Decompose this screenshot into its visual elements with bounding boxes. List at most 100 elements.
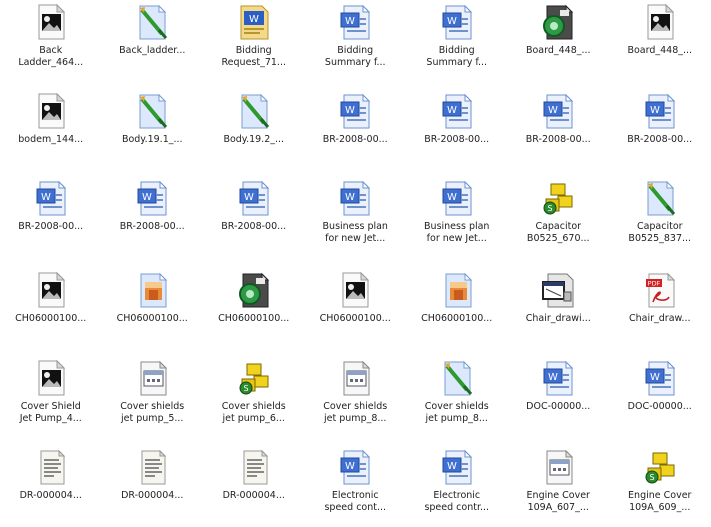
file-item[interactable]: Cover shields jet pump_5...	[103, 358, 201, 425]
svg-text:W: W	[345, 192, 355, 203]
file-item[interactable]: Capacitor B0525_837...	[611, 178, 709, 245]
word-document-icon: W	[239, 180, 269, 216]
text-file-icon	[40, 449, 65, 485]
file-item[interactable]: W BR-2008-00...	[509, 91, 607, 146]
file-item[interactable]: W BR-2008-00...	[2, 178, 100, 233]
paint-file-icon	[241, 93, 269, 129]
file-name-line-1: Capacitor	[535, 221, 582, 232]
image-file-icon	[38, 359, 65, 396]
file-name-line-2: Ladder_464...	[18, 57, 84, 68]
file-item[interactable]: W Bidding Summary f...	[306, 2, 404, 69]
text-file-icon	[141, 449, 167, 485]
file-name-line-1: Engine Cover	[628, 490, 692, 501]
file-name-line-2: B0525_670...	[526, 233, 590, 244]
word-document-icon: W	[340, 93, 371, 129]
word-document-icon: W	[442, 93, 472, 129]
svg-text:PDF: PDF	[647, 280, 660, 288]
file-item[interactable]: W DOC-00000...	[509, 358, 607, 413]
file-name-line-2: 109A_609_...	[629, 502, 691, 513]
file-item[interactable]: CH06000100...	[205, 270, 303, 325]
word-document-icon: W	[36, 180, 66, 216]
svg-text:W: W	[447, 192, 457, 203]
word-template-icon: W	[240, 5, 269, 40]
file-name-line-1: Chair_drawi...	[525, 313, 591, 324]
svg-text:W: W	[447, 461, 457, 472]
file-item[interactable]: Body.19.2_...	[205, 91, 303, 146]
file-item[interactable]: W DOC-00000...	[611, 358, 709, 413]
svg-text:W: W	[249, 14, 259, 25]
file-name-line-1: BR-2008-00...	[119, 221, 185, 232]
file-item[interactable]: Cover shields jet pump_8...	[408, 358, 506, 425]
file-item[interactable]: bodem_144...	[2, 91, 100, 146]
svg-text:W: W	[650, 105, 660, 116]
file-item[interactable]: PDF Chair_draw...	[611, 270, 709, 325]
file-item[interactable]: W Business plan for new Jet...	[408, 178, 506, 245]
file-item[interactable]: CH06000100...	[103, 270, 201, 325]
file-name-line-1: Body.19.2_...	[223, 134, 285, 145]
window-file-icon	[343, 360, 371, 396]
file-item[interactable]: Cover Shield Jet Pump_4...	[2, 358, 100, 425]
file-item[interactable]: Chair_drawi...	[509, 270, 607, 325]
file-name-line-2: Summary f...	[324, 57, 386, 68]
file-item[interactable]: DR-000004...	[103, 447, 201, 502]
file-item[interactable]: Engine Cover 109A_607_...	[509, 447, 607, 514]
file-item[interactable]: W BR-2008-00...	[103, 178, 201, 233]
file-name-line-1: Business plan	[424, 221, 490, 232]
file-icon-view: Back Ladder_464... Back_ladder... W Biddi…	[0, 0, 711, 527]
file-name-line-1: Chair_draw...	[629, 313, 691, 324]
file-item[interactable]: W Bidding Summary f...	[408, 2, 506, 69]
file-name-line-2: for new Jet...	[426, 233, 487, 244]
word-document-icon: W	[340, 449, 371, 485]
file-item[interactable]: S Capacitor B0525_670...	[509, 178, 607, 245]
window-file-icon	[140, 360, 168, 396]
svg-text:W: W	[345, 16, 355, 27]
word-document-icon: W	[543, 360, 574, 396]
word-document-icon: W	[340, 180, 371, 216]
file-item[interactable]: W BR-2008-00...	[306, 91, 404, 146]
file-name-line-1: Cover shields	[323, 401, 388, 412]
file-item[interactable]: DR-000004...	[2, 447, 100, 502]
file-item[interactable]: DR-000004...	[205, 447, 303, 502]
file-item[interactable]: Body.19.1_...	[103, 91, 201, 146]
file-item[interactable]: Board_448_...	[611, 2, 709, 57]
word-document-icon: W	[645, 360, 675, 396]
svg-text:W: W	[41, 192, 51, 203]
file-item[interactable]: W BR-2008-00...	[408, 91, 506, 146]
file-name-line-2: B0525_837...	[628, 233, 692, 244]
paint-file-icon	[444, 360, 472, 396]
file-item[interactable]: Board_448_...	[509, 2, 607, 57]
cad-file-icon	[238, 272, 269, 308]
file-item[interactable]: CH06000100...	[408, 270, 506, 325]
file-item[interactable]: Cover shields jet pump_8...	[306, 358, 404, 425]
file-item[interactable]: S Engine Cover 109A_609_...	[611, 447, 709, 514]
file-name-line-2: speed cont...	[324, 502, 387, 513]
file-name-line-1: DR-000004...	[121, 490, 184, 501]
file-name-line-1: CH06000100...	[15, 313, 87, 324]
svg-text:W: W	[447, 16, 457, 27]
file-item[interactable]: W Electronic speed cont...	[306, 447, 404, 514]
image-file-icon	[38, 271, 65, 308]
file-item[interactable]: Back Ladder_464...	[2, 2, 100, 69]
file-name-line-1: Cover shields	[424, 401, 489, 412]
svg-text:W: W	[142, 192, 152, 203]
file-item[interactable]: W Bidding Request_71...	[205, 2, 303, 69]
file-name-line-1: Bidding	[235, 45, 272, 56]
svg-text:W: W	[345, 461, 355, 472]
file-name-line-1: BR-2008-00...	[424, 134, 490, 145]
file-item[interactable]: Back_ladder...	[103, 2, 201, 57]
file-item[interactable]: W Electronic speed contr...	[408, 447, 506, 514]
file-item[interactable]: CH06000100...	[2, 270, 100, 325]
file-item[interactable]: S Cover shields jet pump_6...	[205, 358, 303, 425]
paint-file-icon	[647, 180, 675, 216]
assembly-file-icon: S	[645, 452, 675, 484]
file-name-line-2: jet pump_8...	[425, 413, 488, 424]
file-name-line-2: jet pump_8...	[324, 413, 387, 424]
file-item[interactable]: W Business plan for new Jet...	[306, 178, 404, 245]
file-item[interactable]: W BR-2008-00...	[205, 178, 303, 233]
file-name-line-1: Electronic	[433, 490, 481, 501]
file-item[interactable]: CH06000100...	[306, 270, 404, 325]
word-document-icon: W	[645, 93, 675, 129]
file-name-line-2: speed contr...	[424, 502, 490, 513]
word-document-icon: W	[442, 180, 472, 216]
file-item[interactable]: W BR-2008-00...	[611, 91, 709, 146]
